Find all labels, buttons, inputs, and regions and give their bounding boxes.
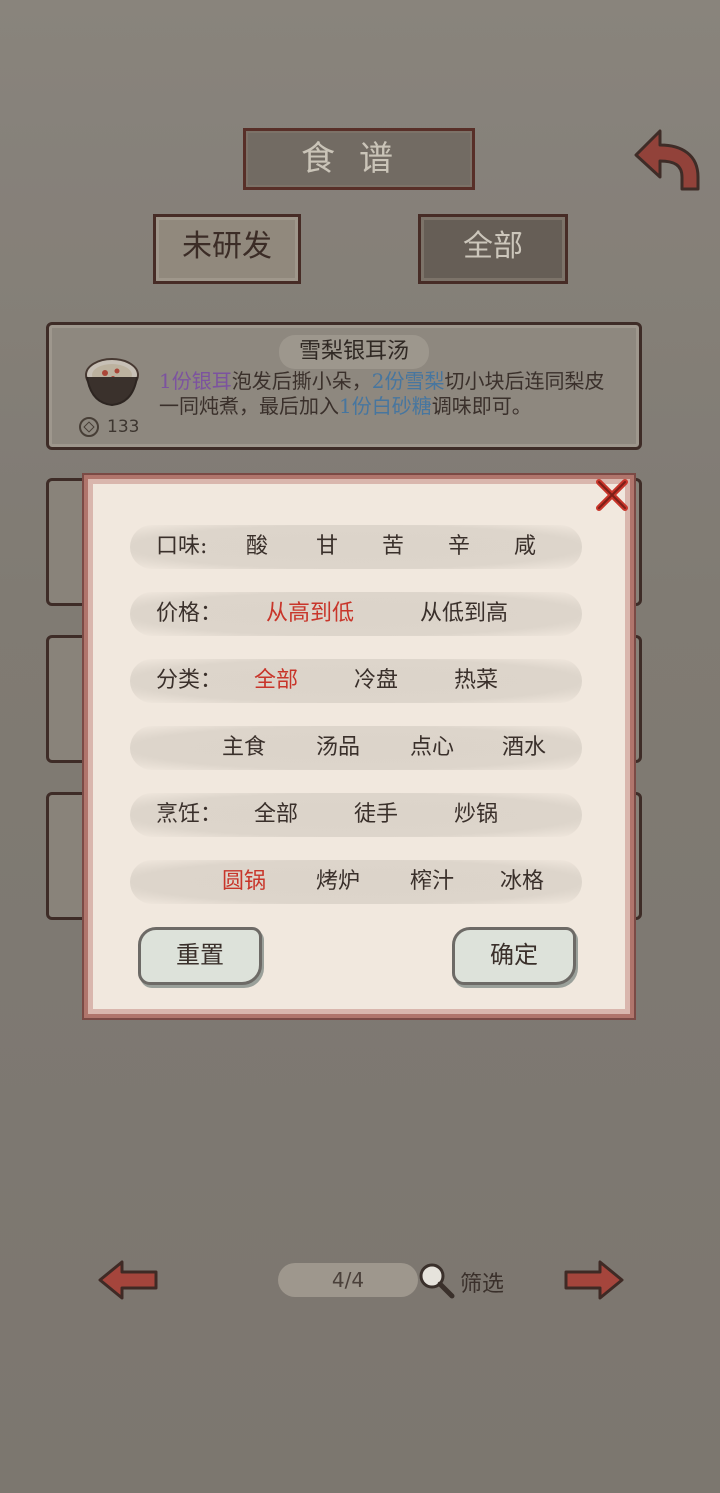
taste-option-sweet[interactable]: 甘 (316, 525, 338, 569)
cooking-option-all[interactable]: 全部 (254, 793, 298, 837)
filter-label: 筛选 (460, 1272, 505, 1297)
cooking-option-wok[interactable]: 炒锅 (454, 793, 498, 837)
cooking-option-pot[interactable]: 圆锅 (222, 860, 266, 904)
page-indicator: 4/4 (278, 1263, 418, 1297)
category-option-dessert[interactable]: 点心 (410, 726, 454, 770)
filter-row-price: 价格： 从高到低 从低到高 (130, 592, 582, 636)
cooking-option-oven[interactable]: 烤炉 (316, 860, 360, 904)
filter-row-cooking-2: 圆锅 烤炉 榨汁 冰格 (130, 860, 582, 904)
close-icon[interactable] (593, 476, 631, 514)
category-option-staple[interactable]: 主食 (222, 726, 266, 770)
cooking-option-juicer[interactable]: 榨汁 (410, 860, 454, 904)
taste-option-bitter[interactable]: 苦 (382, 525, 404, 569)
next-page-arrow-icon[interactable] (562, 1258, 626, 1302)
filter-row-category-2: 主食 汤品 点心 酒水 (130, 726, 582, 770)
category-option-soup[interactable]: 汤品 (316, 726, 360, 770)
taste-option-spicy[interactable]: 辛 (448, 525, 470, 569)
confirm-button[interactable]: 确定 (452, 927, 576, 985)
category-option-all[interactable]: 全部 (254, 659, 298, 703)
reset-button[interactable]: 重置 (138, 927, 262, 985)
cooking-option-hand[interactable]: 徒手 (354, 793, 398, 837)
category-option-hot[interactable]: 热菜 (454, 659, 498, 703)
cooking-label: 烹饪： (156, 802, 223, 827)
price-option-high-to-low[interactable]: 从高到低 (266, 592, 354, 636)
category-option-drinks[interactable]: 酒水 (502, 726, 546, 770)
price-label: 价格： (156, 601, 223, 626)
magnifier-icon (419, 1263, 455, 1299)
taste-option-salty[interactable]: 咸 (514, 525, 536, 569)
category-option-cold[interactable]: 冷盘 (354, 659, 398, 703)
category-label: 分类： (156, 668, 223, 693)
filter-row-taste: 口味: 酸 甘 苦 辛 咸 (130, 525, 582, 569)
filter-row-cooking: 烹饪： 全部 徒手 炒锅 (130, 793, 582, 837)
taste-label: 口味: (156, 534, 208, 559)
taste-option-sour[interactable]: 酸 (246, 525, 268, 569)
filter-button[interactable]: 筛选 (416, 1258, 516, 1302)
prev-page-arrow-icon[interactable] (96, 1258, 160, 1302)
cooking-option-ice-tray[interactable]: 冰格 (500, 860, 544, 904)
price-option-low-to-high[interactable]: 从低到高 (420, 592, 508, 636)
filter-row-category: 分类： 全部 冷盘 热菜 (130, 659, 582, 703)
